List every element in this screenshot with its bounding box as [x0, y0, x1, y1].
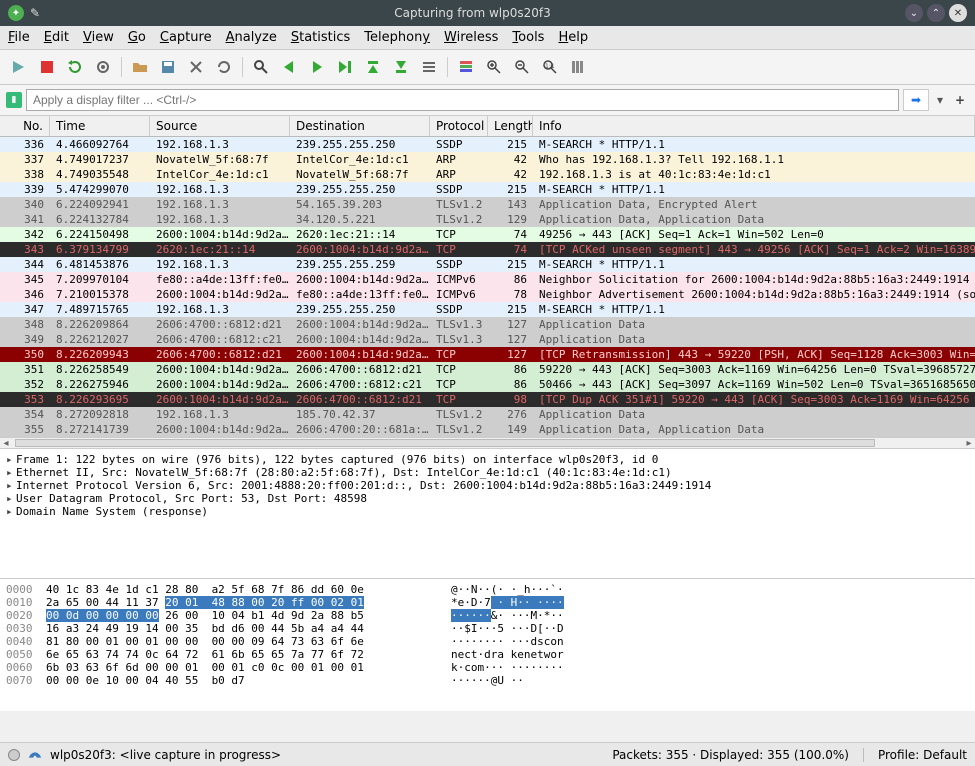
packet-details-pane[interactable]: ▸Frame 1: 122 bytes on wire (976 bits), …: [0, 449, 975, 579]
hex-row[interactable]: 00506e 65 63 74 74 0c 64 72 61 6b 65 65 …: [6, 648, 969, 661]
packet-row[interactable]: 3364.466092764192.168.1.3239.255.255.250…: [0, 137, 975, 152]
menu-statistics[interactable]: Statistics: [291, 30, 350, 45]
hex-row[interactable]: 00606b 03 63 6f 6d 00 00 01 00 01 c0 0c …: [6, 661, 969, 674]
close-button[interactable]: ✕: [949, 4, 967, 22]
packet-row[interactable]: 3457.209970104fe80::a4de:13ff:fe0…2600:1…: [0, 272, 975, 287]
maximize-button[interactable]: ⌃: [927, 4, 945, 22]
hex-row[interactable]: 004081 80 00 01 00 01 00 00 00 00 09 64 …: [6, 635, 969, 648]
zoom-reset-button[interactable]: 1:1: [537, 54, 563, 80]
save-file-button[interactable]: [155, 54, 181, 80]
packet-bytes-pane[interactable]: 000040 1c 83 4e 1d c1 28 80 a2 5f 68 7f …: [0, 579, 975, 711]
packet-row[interactable]: 3498.2262120272606:4700::6812:c212600:10…: [0, 332, 975, 347]
packet-list-pane: No. Time Source Destination Protocol Len…: [0, 116, 975, 437]
packet-row[interactable]: 3518.2262585492600:1004:b14d:9d2a…2606:4…: [0, 362, 975, 377]
menu-tools[interactable]: Tools: [512, 30, 544, 45]
packet-row[interactable]: 3446.481453876192.168.1.3239.255.255.259…: [0, 257, 975, 272]
menu-view[interactable]: View: [83, 30, 114, 45]
status-profile[interactable]: Profile: Default: [878, 748, 967, 762]
expert-info-icon[interactable]: [8, 749, 20, 761]
col-time[interactable]: Time: [50, 116, 150, 136]
zoom-in-button[interactable]: [481, 54, 507, 80]
status-packet-count: Packets: 355 · Displayed: 355 (100.0%): [612, 748, 849, 762]
packet-row[interactable]: 3548.272092818192.168.1.3185.70.42.37TLS…: [0, 407, 975, 422]
reload-button[interactable]: [211, 54, 237, 80]
start-capture-button[interactable]: [6, 54, 32, 80]
packet-row[interactable]: 3416.224132784192.168.1.334.120.5.221TLS…: [0, 212, 975, 227]
menu-help[interactable]: Help: [558, 30, 588, 45]
status-interface: wlp0s20f3: <live capture in progress>: [50, 748, 281, 762]
menu-telephony[interactable]: Telephony: [364, 30, 430, 45]
eth-line[interactable]: Ethernet II, Src: NovatelW_5f:68:7f (28:…: [16, 466, 672, 479]
close-file-button[interactable]: [183, 54, 209, 80]
filter-apply-button[interactable]: ➡: [903, 89, 929, 111]
col-source[interactable]: Source: [150, 116, 290, 136]
toolbar: 1:1: [0, 50, 975, 85]
packet-row[interactable]: 3477.489715765192.168.1.3239.255.255.250…: [0, 302, 975, 317]
packet-row[interactable]: 3508.2262099432606:4700::6812:d212600:10…: [0, 347, 975, 362]
minimize-button[interactable]: ⌄: [905, 4, 923, 22]
menu-edit[interactable]: Edit: [44, 30, 69, 45]
window-titlebar: ✦ ✎ Capturing from wlp0s20f3 ⌄ ⌃ ✕: [0, 0, 975, 26]
restart-capture-button[interactable]: [62, 54, 88, 80]
filter-add-button[interactable]: +: [951, 93, 969, 107]
menu-go[interactable]: Go: [128, 30, 146, 45]
packet-row[interactable]: 3488.2262098642606:4700::6812:d212600:10…: [0, 317, 975, 332]
menu-capture[interactable]: Capture: [160, 30, 212, 45]
filter-bookmark-icon[interactable]: ▮: [6, 92, 22, 108]
capture-options-button[interactable]: [90, 54, 116, 80]
goto-first-button[interactable]: [360, 54, 386, 80]
col-length[interactable]: Length: [488, 116, 533, 136]
packet-row[interactable]: 3467.2100153782600:1004:b14d:9d2a…fe80::…: [0, 287, 975, 302]
packet-row[interactable]: 3538.2262936952600:1004:b14d:9d2a…2606:4…: [0, 392, 975, 407]
statusbar: wlp0s20f3: <live capture in progress> Pa…: [0, 742, 975, 766]
menu-file[interactable]: File: [8, 30, 30, 45]
menu-wireless[interactable]: Wireless: [444, 30, 498, 45]
goto-last-button[interactable]: [388, 54, 414, 80]
packet-row[interactable]: 3374.749017237NovatelW_5f:68:7fIntelCor_…: [0, 152, 975, 167]
packet-row[interactable]: 3426.2241504982600:1004:b14d:9d2a…2620:1…: [0, 227, 975, 242]
packet-list-hscroll[interactable]: ◂▸: [0, 437, 975, 449]
autoscroll-button[interactable]: [416, 54, 442, 80]
svg-text:1:1: 1:1: [545, 63, 555, 70]
menubar: File Edit View Go Capture Analyze Statis…: [0, 26, 975, 50]
display-filter-input[interactable]: [26, 89, 899, 111]
goto-packet-button[interactable]: [332, 54, 358, 80]
open-file-button[interactable]: [127, 54, 153, 80]
zoom-out-button[interactable]: [509, 54, 535, 80]
hex-row[interactable]: 003016 a3 24 49 19 14 00 35 bd d6 00 44 …: [6, 622, 969, 635]
hex-row[interactable]: 002000 0d 00 00 00 00 26 00 10 04 b1 4d …: [6, 609, 969, 622]
dns-line[interactable]: Domain Name System (response): [16, 505, 208, 518]
col-destination[interactable]: Destination: [290, 116, 430, 136]
col-protocol[interactable]: Protocol: [430, 116, 488, 136]
packet-list-body[interactable]: 3364.466092764192.168.1.3239.255.255.250…: [0, 137, 975, 437]
hex-row[interactable]: 00102a 65 00 44 11 37 20 01 48 88 00 20 …: [6, 596, 969, 609]
ip-line[interactable]: Internet Protocol Version 6, Src: 2001:4…: [16, 479, 711, 492]
app-icon: ✦: [8, 5, 24, 21]
window-title: Capturing from wlp0s20f3: [40, 6, 905, 20]
packet-row[interactable]: 3528.2262759462600:1004:b14d:9d2a…2606:4…: [0, 377, 975, 392]
udp-line[interactable]: User Datagram Protocol, Src Port: 53, Ds…: [16, 492, 367, 505]
resize-columns-button[interactable]: [565, 54, 591, 80]
packet-row[interactable]: 3406.224092941192.168.1.354.165.39.203TL…: [0, 197, 975, 212]
packet-row[interactable]: 3436.3791347992620:1ec:21::142600:1004:b…: [0, 242, 975, 257]
col-no[interactable]: No.: [0, 116, 50, 136]
hex-row[interactable]: 007000 00 0e 10 00 04 40 55 b0 d7······@…: [6, 674, 969, 687]
packet-list-header: No. Time Source Destination Protocol Len…: [0, 116, 975, 137]
packet-row[interactable]: 3395.474299070192.168.1.3239.255.255.250…: [0, 182, 975, 197]
display-filter-bar: ▮ ➡ ▾ +: [0, 85, 975, 116]
hex-row[interactable]: 000040 1c 83 4e 1d c1 28 80 a2 5f 68 7f …: [6, 583, 969, 596]
capture-status-icon: [28, 748, 42, 762]
menu-analyze[interactable]: Analyze: [226, 30, 277, 45]
packet-row[interactable]: 3558.2721417392600:1004:b14d:9d2a…2606:4…: [0, 422, 975, 437]
go-back-button[interactable]: [276, 54, 302, 80]
pin-icon: ✎: [30, 6, 40, 20]
colorize-button[interactable]: [453, 54, 479, 80]
find-packet-button[interactable]: [248, 54, 274, 80]
stop-capture-button[interactable]: [34, 54, 60, 80]
packet-row[interactable]: 3384.749035548IntelCor_4e:1d:c1NovatelW_…: [0, 167, 975, 182]
col-info[interactable]: Info: [533, 116, 975, 136]
go-forward-button[interactable]: [304, 54, 330, 80]
filter-dropdown-icon[interactable]: ▾: [933, 93, 947, 107]
frame-line[interactable]: Frame 1: 122 bytes on wire (976 bits), 1…: [16, 453, 658, 466]
